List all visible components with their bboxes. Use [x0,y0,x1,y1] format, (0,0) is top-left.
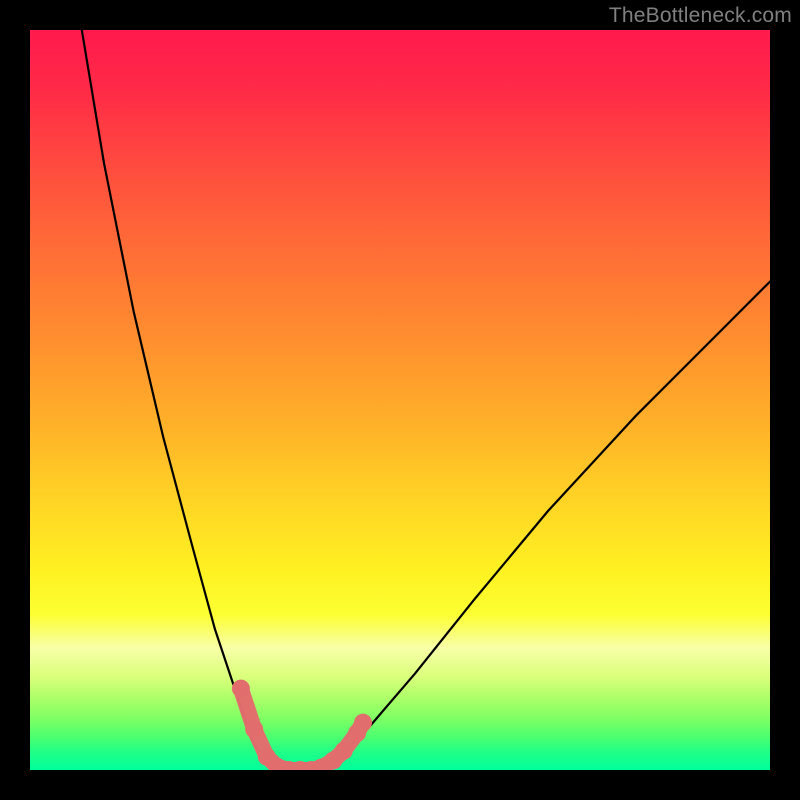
bottleneck-curve [82,30,770,770]
marker-dot [335,742,353,760]
marker-dot [245,720,263,738]
marker-dot [232,680,250,698]
chart-svg [30,30,770,770]
curve-group [82,30,770,770]
watermark-text: TheBottleneck.com [609,4,792,28]
marker-dot [354,714,372,732]
chart-frame: TheBottleneck.com [0,0,800,800]
plot-area [30,30,770,770]
marker-group [232,680,372,770]
